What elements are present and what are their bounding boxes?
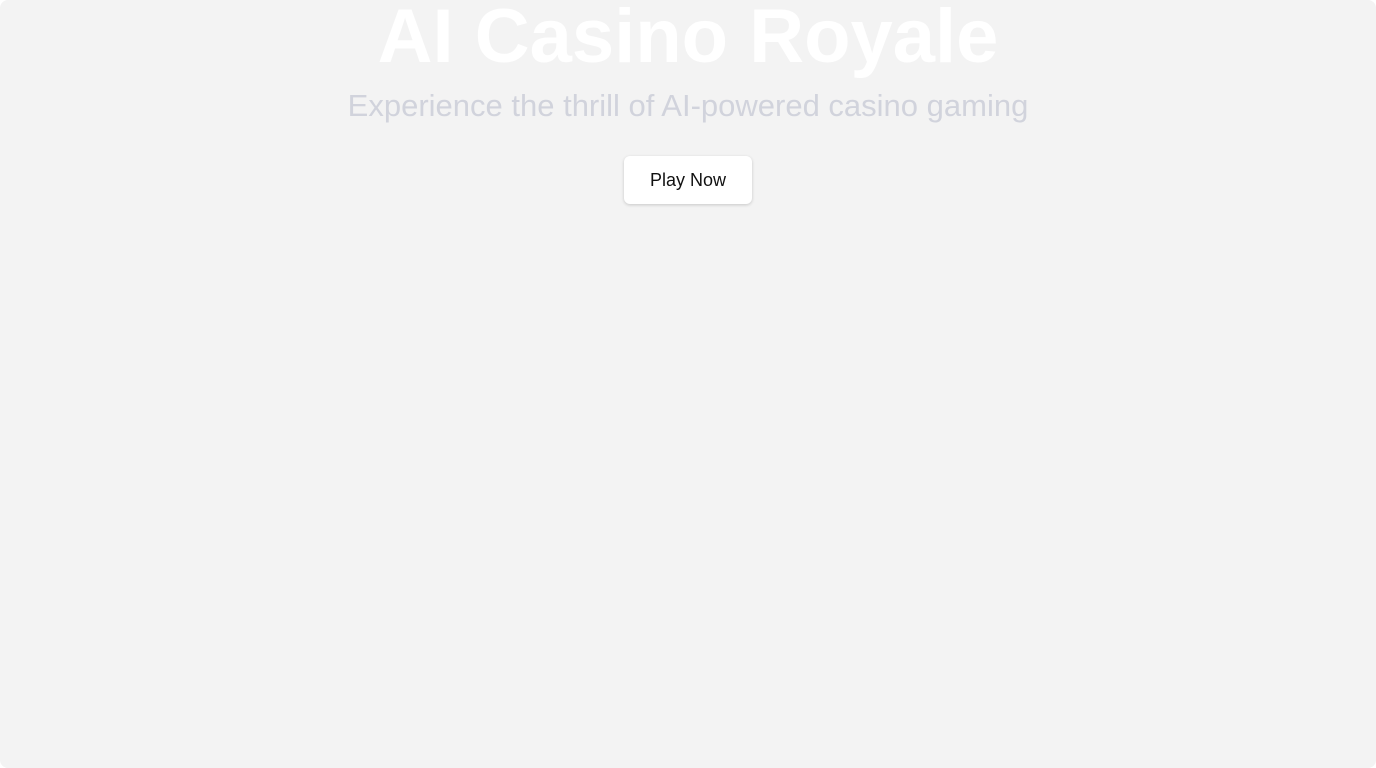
page-title: AI Casino Royale <box>377 0 999 79</box>
play-now-button[interactable]: Play Now <box>624 156 752 204</box>
app-window: AI Casino Royale Experience the thrill o… <box>0 0 1376 768</box>
page-subtitle: Experience the thrill of AI-powered casi… <box>347 88 1029 123</box>
